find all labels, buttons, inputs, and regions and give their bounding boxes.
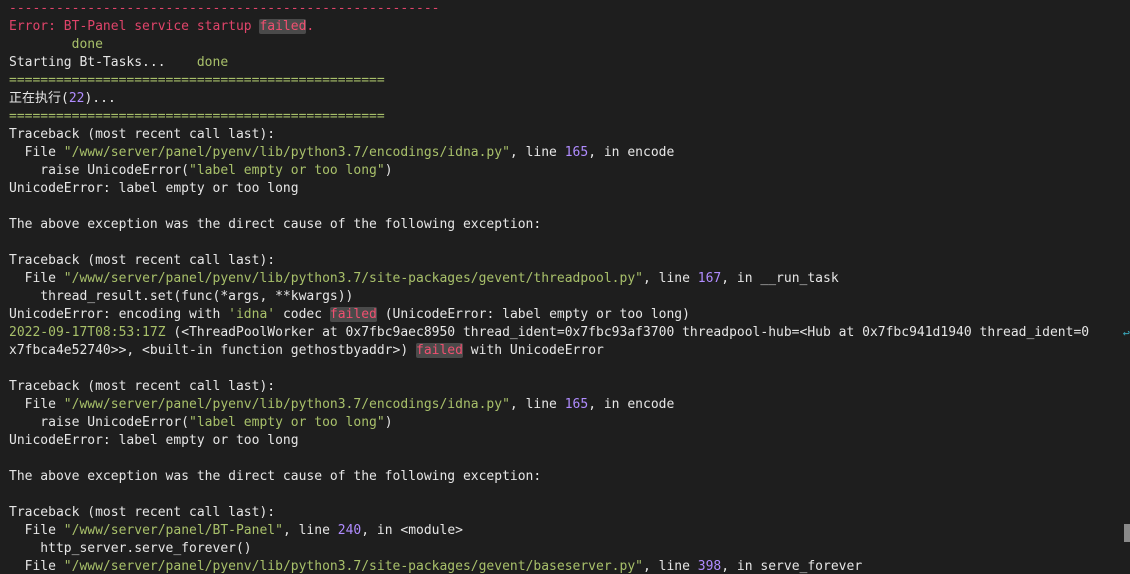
terminal-line: The above exception was the direct cause…	[9, 216, 1124, 234]
terminal-text: , in encode	[588, 145, 675, 160]
terminal-text: .	[306, 19, 315, 34]
terminal-text: , line	[642, 559, 698, 574]
terminal-line: File "/www/server/panel/BT-Panel", line …	[9, 522, 1124, 540]
terminal-text: with UnicodeError	[462, 343, 604, 358]
terminal-text: , line	[509, 397, 565, 412]
terminal-text: , in __run_task	[721, 271, 839, 286]
terminal-text: UnicodeError: encoding with	[9, 307, 229, 322]
terminal-text: , line	[509, 145, 565, 160]
terminal-text: )	[384, 415, 393, 430]
terminal-text: "/www/server/panel/pyenv/lib/python3.7/s…	[63, 271, 643, 286]
terminal-text: "label empty or too long"	[189, 163, 385, 178]
terminal-line: Traceback (most recent call last):	[9, 252, 1124, 270]
terminal-text: , in serve_forever	[721, 559, 863, 574]
terminal-text: "/www/server/panel/pyenv/lib/python3.7/e…	[63, 397, 510, 412]
terminal-line: raise UnicodeError("label empty or too l…	[9, 414, 1124, 432]
terminal-text: done	[9, 37, 103, 52]
terminal-line: UnicodeError: encoding with 'idna' codec…	[9, 306, 1124, 324]
terminal-text: , line	[282, 523, 338, 538]
terminal-text: raise UnicodeError(	[9, 163, 190, 178]
terminal-text: (<ThreadPoolWorker at 0x7fbc9aec8950 thr…	[165, 325, 1090, 340]
terminal-line: File "/www/server/panel/pyenv/lib/python…	[9, 270, 1124, 288]
terminal-line: UnicodeError: label empty or too long	[9, 432, 1124, 450]
terminal-line: Starting Bt-Tasks... done	[9, 54, 1124, 72]
line-wrap-icon: ↩	[1122, 326, 1130, 340]
terminal-text: Starting Bt-Tasks...	[9, 55, 197, 70]
terminal-line: ----------------------------------------…	[9, 0, 1124, 18]
terminal-text: Error: BT-Panel service startup	[9, 19, 260, 34]
terminal-text: )	[384, 163, 393, 178]
failed-highlight: failed	[259, 19, 307, 34]
terminal-text: thread_result.set(func(*args, **kwargs))	[9, 289, 354, 304]
terminal-text: codec	[275, 307, 330, 322]
terminal-line: UnicodeError: label empty or too long	[9, 180, 1124, 198]
terminal-line: File "/www/server/panel/pyenv/lib/python…	[9, 558, 1124, 574]
terminal-window[interactable]: ----------------------------------------…	[0, 0, 1130, 574]
terminal-text: "/www/server/panel/pyenv/lib/python3.7/e…	[63, 145, 510, 160]
terminal-text: ----------------------------------------…	[9, 1, 440, 16]
terminal-text: Traceback (most recent call last):	[9, 127, 276, 142]
terminal-line: thread_result.set(func(*args, **kwargs))	[9, 288, 1124, 306]
terminal-text: done	[196, 55, 229, 70]
terminal-text: 165	[564, 397, 589, 412]
terminal-output: ----------------------------------------…	[9, 0, 1124, 574]
terminal-line: raise UnicodeError("label empty or too l…	[9, 162, 1124, 180]
terminal-line: Error: BT-Panel service startup failed.	[9, 18, 1124, 36]
terminal-line: ========================================…	[9, 108, 1124, 126]
terminal-text: 'idna'	[228, 307, 276, 322]
terminal-line: Traceback (most recent call last):	[9, 378, 1124, 396]
terminal-text: UnicodeError: label empty or too long	[9, 181, 299, 196]
terminal-text: ========================================…	[9, 73, 385, 88]
terminal-text: Traceback (most recent call last):	[9, 253, 276, 268]
terminal-text: The above exception was the direct cause…	[9, 469, 542, 484]
terminal-text: 2022-09-17T08:53:17Z	[9, 325, 166, 340]
terminal-text: , line	[642, 271, 698, 286]
terminal-text: 398	[697, 559, 722, 574]
terminal-text: File	[9, 559, 64, 574]
terminal-text: "label empty or too long"	[189, 415, 385, 430]
terminal-text: 正在执行(	[9, 91, 69, 106]
terminal-line: x7fbca4e52740>>, <built-in function geth…	[9, 342, 1124, 360]
terminal-line: File "/www/server/panel/pyenv/lib/python…	[9, 396, 1124, 414]
terminal-text: File	[9, 145, 64, 160]
terminal-text: raise UnicodeError(	[9, 415, 190, 430]
terminal-line: The above exception was the direct cause…	[9, 468, 1124, 486]
terminal-text: 240	[337, 523, 362, 538]
failed-highlight: failed	[416, 343, 463, 358]
terminal-text: )...	[84, 91, 116, 106]
terminal-text: 165	[564, 145, 589, 160]
terminal-text: Traceback (most recent call last):	[9, 379, 276, 394]
terminal-text: File	[9, 397, 64, 412]
terminal-text: , in <module>	[361, 523, 463, 538]
terminal-text: Traceback (most recent call last):	[9, 505, 276, 520]
terminal-text: "/www/server/panel/BT-Panel"	[63, 523, 283, 538]
terminal-text: , in encode	[588, 397, 675, 412]
terminal-text: UnicodeError: label empty or too long	[9, 433, 299, 448]
terminal-text: 22	[68, 91, 85, 106]
scrollbar-thumb[interactable]	[1124, 524, 1130, 542]
terminal-text: "/www/server/panel/pyenv/lib/python3.7/s…	[63, 559, 643, 574]
terminal-text: (UnicodeError: label empty or too long)	[376, 307, 690, 322]
terminal-text: 167	[697, 271, 722, 286]
failed-highlight: failed	[329, 307, 377, 322]
terminal-line: http_server.serve_forever()	[9, 540, 1124, 558]
terminal-line: 正在执行(22)...	[9, 90, 1124, 108]
terminal-text: File	[9, 271, 64, 286]
terminal-line: Traceback (most recent call last):	[9, 504, 1124, 522]
terminal-text: http_server.serve_forever()	[9, 541, 252, 556]
terminal-line: Traceback (most recent call last):	[9, 126, 1124, 144]
terminal-line: done	[9, 36, 1124, 54]
terminal-line: 2022-09-17T08:53:17Z (<ThreadPoolWorker …	[9, 324, 1124, 342]
terminal-text: x7fbca4e52740>>, <built-in function geth…	[9, 343, 416, 358]
terminal-text: The above exception was the direct cause…	[9, 217, 542, 232]
terminal-line: File "/www/server/panel/pyenv/lib/python…	[9, 144, 1124, 162]
terminal-text: ========================================…	[9, 109, 385, 124]
terminal-line: ========================================…	[9, 72, 1124, 90]
terminal-text: File	[9, 523, 64, 538]
